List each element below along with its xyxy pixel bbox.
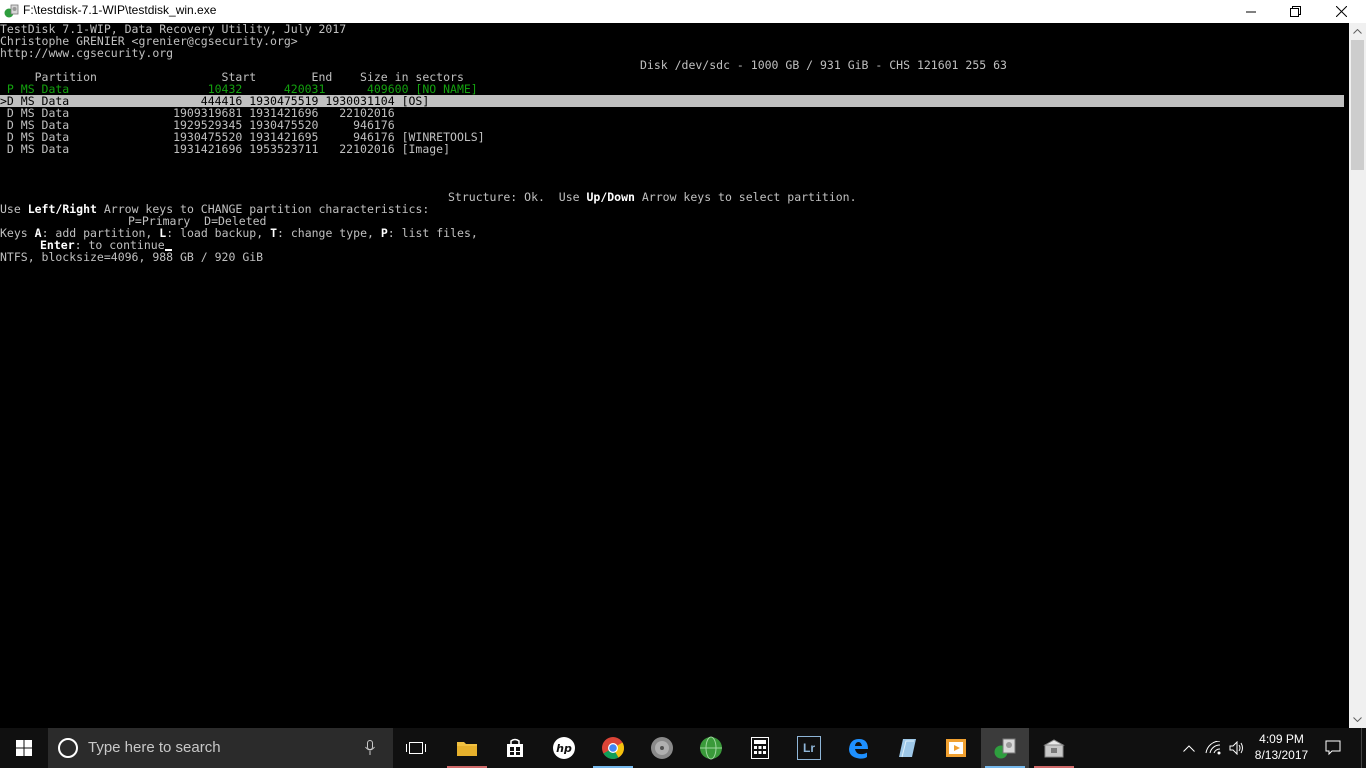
close-button[interactable] [1318, 0, 1364, 23]
scrollbar-thumb[interactable] [1351, 40, 1364, 170]
volume-button[interactable] [1226, 728, 1248, 768]
file-explorer-button[interactable] [443, 728, 491, 768]
hp-icon: hp [553, 737, 575, 759]
edge-icon [849, 739, 868, 759]
show-hidden-icons-button[interactable] [1178, 728, 1200, 768]
file-explorer-icon [457, 742, 477, 756]
console-header-line: http://www.cgsecurity.org [0, 46, 174, 60]
taskbar-search-box[interactable]: Type here to search [48, 728, 393, 768]
calculator-button[interactable] [736, 728, 784, 768]
console-output[interactable]: TestDisk 7.1-WIP, Data Recovery Utility,… [0, 23, 1349, 728]
show-desktop-button[interactable] [1361, 728, 1366, 768]
chevron-up-icon [1353, 29, 1362, 34]
volume-icon [1229, 741, 1243, 755]
search-circle-icon [58, 738, 78, 758]
clock-time: 4:09 PM [1259, 732, 1304, 746]
globe-icon [700, 736, 722, 760]
app-icon [4, 4, 19, 18]
lightroom-label: Lr [803, 741, 815, 755]
taskbar-clock[interactable]: 4:09 PM 8/13/2017 [1254, 731, 1309, 763]
lightroom-button[interactable]: Lr [785, 728, 833, 768]
action-center-button[interactable] [1318, 728, 1348, 768]
chrome-icon [602, 737, 624, 759]
lightroom-icon: Lr [797, 736, 821, 760]
chrome-button[interactable] [589, 728, 637, 768]
disk-utility-icon [651, 737, 673, 759]
store-button[interactable] [491, 728, 539, 768]
testdisk-button[interactable] [981, 728, 1029, 768]
testdisk-icon [994, 738, 1016, 759]
start-button[interactable] [0, 728, 48, 768]
clock-date: 8/13/2017 [1254, 748, 1309, 762]
edge-button[interactable] [834, 728, 882, 768]
window-title: F:\testdisk-7.1-WIP\testdisk_win.exe [23, 3, 217, 17]
close-icon [1335, 6, 1347, 17]
start-icon [16, 740, 32, 756]
restore-icon [1289, 6, 1301, 17]
scroll-down-button[interactable] [1349, 711, 1366, 728]
minimize-button[interactable] [1228, 0, 1274, 23]
notification-icon [1325, 740, 1341, 756]
disk-utility-button[interactable] [638, 728, 686, 768]
task-view-button[interactable] [394, 728, 438, 768]
network-button[interactable] [1202, 728, 1224, 768]
restore-button[interactable] [1272, 0, 1318, 23]
hp-button[interactable]: hp [540, 728, 588, 768]
svg-text:hp: hp [556, 742, 572, 755]
chevron-down-icon [1353, 717, 1362, 722]
partition-row[interactable]: D MS Data 1931421696 1953523711 22102016… [0, 143, 450, 155]
media-player-icon [946, 739, 966, 757]
vertical-scrollbar[interactable] [1349, 23, 1366, 728]
media-player-button[interactable] [932, 728, 980, 768]
wifi-icon [1205, 741, 1221, 755]
search-placeholder: Type here to search [88, 739, 221, 756]
microphone-icon[interactable] [365, 740, 375, 756]
chevron-up-icon [1183, 744, 1195, 752]
installer-button[interactable] [1030, 728, 1078, 768]
structure-status: Structure: Ok. Use Up/Down Arrow keys to… [448, 190, 857, 204]
notes-icon [899, 739, 916, 758]
installer-icon [1043, 739, 1065, 758]
disk-info: Disk /dev/sdc - 1000 GB / 931 GiB - CHS … [640, 58, 1007, 72]
task-view-icon [406, 742, 426, 754]
window-title-bar[interactable]: F:\testdisk-7.1-WIP\testdisk_win.exe [0, 0, 1366, 23]
taskbar: Type here to search hp Lr 4:09 PM 8/13/2… [0, 728, 1366, 768]
store-icon [507, 738, 523, 757]
calculator-icon [751, 737, 769, 759]
notes-button[interactable] [883, 728, 931, 768]
minimize-icon [1246, 11, 1256, 12]
filesystem-info: NTFS, blocksize=4096, 988 GB / 920 GiB [0, 250, 264, 264]
globe-button[interactable] [687, 728, 735, 768]
scroll-up-button[interactable] [1349, 23, 1366, 40]
